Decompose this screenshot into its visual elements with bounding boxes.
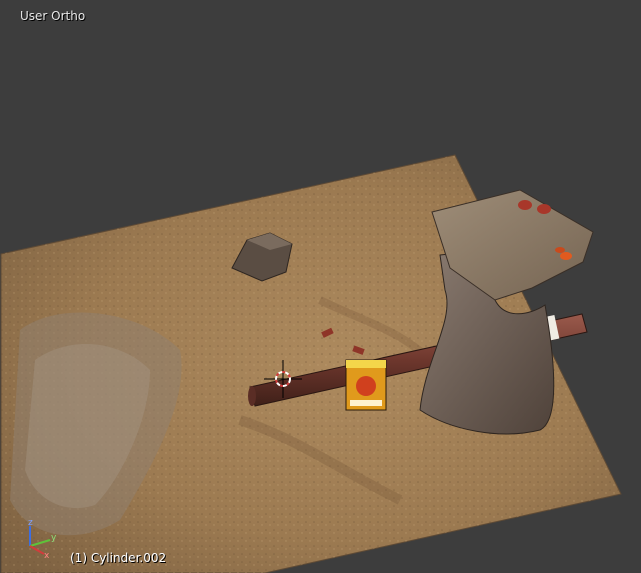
y-axis-line [29, 539, 51, 547]
3d-viewport[interactable]: User Ortho z y x (1) Cylinder.002 [0, 0, 641, 573]
view-name-label: User Ortho [20, 9, 86, 23]
active-object-label: (1) Cylinder.002 [70, 551, 167, 565]
scene-render[interactable] [0, 0, 641, 573]
x-axis-line [29, 545, 45, 555]
y-axis-label: y [51, 533, 57, 543]
axis-gizmo: z y x [28, 518, 57, 560]
z-axis-label: z [28, 518, 33, 528]
fruit-box[interactable] [345, 359, 387, 411]
x-axis-label: x [44, 551, 50, 560]
